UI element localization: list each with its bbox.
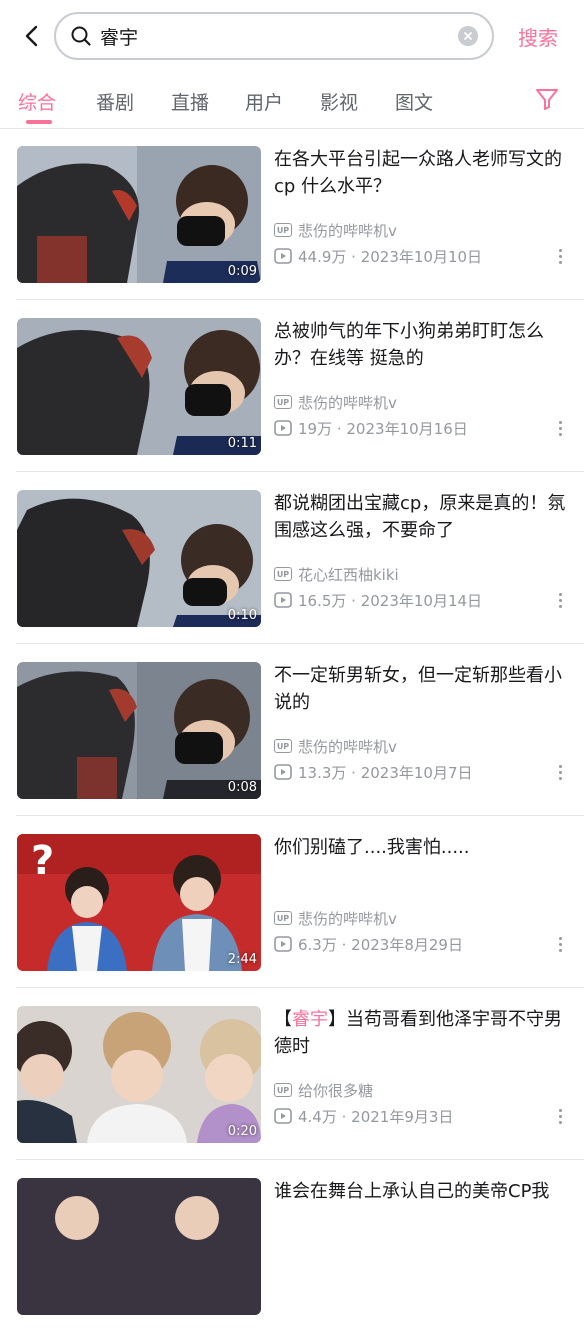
up-badge-icon: UP (274, 223, 292, 237)
video-duration: 0:20 (227, 1124, 257, 1139)
video-thumbnail[interactable]: 0:20 (17, 1006, 261, 1143)
title-bracket-open: 【 (274, 1009, 292, 1030)
title-bracket-close: 】 (328, 1009, 346, 1030)
video-duration: 0:08 (227, 780, 257, 795)
chevron-left-icon (25, 25, 38, 47)
tab-bangumi[interactable]: 番剧 (96, 88, 134, 115)
svg-text:?: ? (31, 838, 54, 884)
tab-articles[interactable]: 图文 (395, 88, 433, 115)
video-title[interactable]: 在各大平台引起一众路人老师写文的cp 什么水平？ (274, 146, 566, 200)
uploader-row[interactable]: UP 悲伤的哔哔机v (274, 908, 397, 928)
video-stats: 4.4万 · 2021年9月3日 (298, 1107, 454, 1126)
video-item[interactable]: ? 2:44 你们别磕了....我害怕..... UP 悲伤的哔哔机v 6.3万 (0, 816, 584, 988)
video-stats: 6.3万 · 2023年8月29日 (298, 935, 463, 954)
uploader-name[interactable]: 花心红西柚kiki (298, 564, 399, 585)
search-input[interactable] (100, 23, 450, 49)
up-badge-icon: UP (274, 1083, 292, 1097)
play-count-icon (274, 1108, 292, 1124)
up-badge-icon: UP (274, 567, 292, 581)
video-item[interactable]: 0:09 在各大平台引起一众路人老师写文的cp 什么水平？ UP 悲伤的哔哔机v… (0, 128, 584, 300)
video-item[interactable]: 谁会在舞台上承认自己的美帝CP我 (0, 1160, 584, 1332)
tab-all[interactable]: 综合 (18, 88, 56, 115)
video-duration: 0:10 (227, 608, 257, 623)
filter-icon[interactable] (534, 86, 560, 112)
search-tabs: 综合 番剧 直播 用户 影视 图文 (0, 80, 584, 129)
search-icon (71, 26, 91, 46)
video-thumbnail[interactable]: ? 2:44 (17, 834, 261, 971)
tab-live[interactable]: 直播 (171, 88, 209, 115)
stats-row: 16.5万 · 2023年10月14日 (274, 590, 482, 610)
video-duration: 0:11 (227, 436, 257, 451)
search-box[interactable] (54, 12, 494, 60)
stats-row: 19万 · 2023年10月16日 (274, 418, 468, 438)
up-badge-icon: UP (274, 911, 292, 925)
stats-row: 4.4万 · 2021年9月3日 (274, 1106, 453, 1126)
uploader-name[interactable]: 给你很多糖 (298, 1080, 373, 1101)
search-keyword-highlight: 睿宇 (292, 1009, 328, 1030)
search-button[interactable]: 搜索 (518, 22, 558, 51)
video-item[interactable]: 0:20 【睿宇】当苟哥看到他泽宇哥不守男德时 UP 给你很多糖 4.4万 · … (0, 988, 584, 1160)
up-badge-icon: UP (274, 739, 292, 753)
video-thumbnail[interactable]: 0:10 (17, 490, 261, 627)
video-stats: 19万 · 2023年10月16日 (298, 419, 468, 438)
uploader-name[interactable]: 悲伤的哔哔机v (298, 736, 397, 757)
tab-film[interactable]: 影视 (320, 88, 358, 115)
more-vertical-icon[interactable] (552, 244, 568, 268)
more-vertical-icon[interactable] (552, 416, 568, 440)
active-tab-indicator (26, 120, 52, 124)
uploader-name[interactable]: 悲伤的哔哔机v (298, 908, 397, 929)
video-item[interactable]: 0:11 总被帅气的年下小狗弟弟盯盯怎么办？在线等 挺急的 UP 悲伤的哔哔机v… (0, 300, 584, 472)
more-vertical-icon[interactable] (552, 760, 568, 784)
video-stats: 44.9万 · 2023年10月10日 (298, 247, 483, 266)
uploader-row[interactable]: UP 悲伤的哔哔机v (274, 220, 397, 240)
play-count-icon (274, 420, 292, 436)
stats-row: 44.9万 · 2023年10月10日 (274, 246, 482, 266)
clear-search-button[interactable] (458, 26, 478, 46)
video-item[interactable]: 0:10 都说糊团出宝藏cp，原来是真的！氛围感这么强，不要命了 UP 花心红西… (0, 472, 584, 644)
play-count-icon (274, 248, 292, 264)
stats-row: 6.3万 · 2023年8月29日 (274, 934, 463, 954)
back-button[interactable] (14, 18, 50, 54)
video-title[interactable]: 你们别磕了....我害怕..... (274, 834, 566, 861)
video-thumbnail[interactable]: 0:11 (17, 318, 261, 455)
more-vertical-icon[interactable] (552, 932, 568, 956)
video-duration: 0:09 (227, 264, 257, 279)
video-title[interactable]: 不一定斩男斩女，但一定斩那些看小说的 (274, 662, 566, 716)
video-duration: 2:44 (227, 952, 257, 967)
video-thumbnail[interactable]: 0:09 (17, 146, 261, 283)
uploader-row[interactable]: UP 给你很多糖 (274, 1080, 373, 1100)
video-stats: 16.5万 · 2023年10月14日 (298, 591, 483, 610)
video-thumbnail[interactable]: 0:08 (17, 662, 261, 799)
more-vertical-icon[interactable] (552, 588, 568, 612)
clear-icon (464, 32, 472, 40)
video-title[interactable]: 【睿宇】当苟哥看到他泽宇哥不守男德时 (274, 1006, 566, 1060)
video-item[interactable]: 0:08 不一定斩男斩女，但一定斩那些看小说的 UP 悲伤的哔哔机v 13.3万… (0, 644, 584, 816)
video-title[interactable]: 谁会在舞台上承认自己的美帝CP我 (274, 1178, 566, 1205)
uploader-name[interactable]: 悲伤的哔哔机v (298, 220, 397, 241)
up-badge-icon: UP (274, 395, 292, 409)
video-stats: 13.3万 · 2023年10月7日 (298, 763, 473, 782)
play-count-icon (274, 592, 292, 608)
search-header: 搜索 (0, 0, 584, 72)
tab-users[interactable]: 用户 (245, 88, 283, 115)
uploader-row[interactable]: UP 悲伤的哔哔机v (274, 392, 397, 412)
stats-row: 13.3万 · 2023年10月7日 (274, 762, 473, 782)
video-title[interactable]: 总被帅气的年下小狗弟弟盯盯怎么办？在线等 挺急的 (274, 318, 566, 372)
more-vertical-icon[interactable] (552, 1104, 568, 1128)
uploader-row[interactable]: UP 悲伤的哔哔机v (274, 736, 397, 756)
play-count-icon (274, 764, 292, 780)
video-thumbnail[interactable] (17, 1178, 261, 1315)
uploader-name[interactable]: 悲伤的哔哔机v (298, 392, 397, 413)
video-title[interactable]: 都说糊团出宝藏cp，原来是真的！氛围感这么强，不要命了 (274, 490, 566, 544)
uploader-row[interactable]: UP 花心红西柚kiki (274, 564, 399, 584)
play-count-icon (274, 936, 292, 952)
